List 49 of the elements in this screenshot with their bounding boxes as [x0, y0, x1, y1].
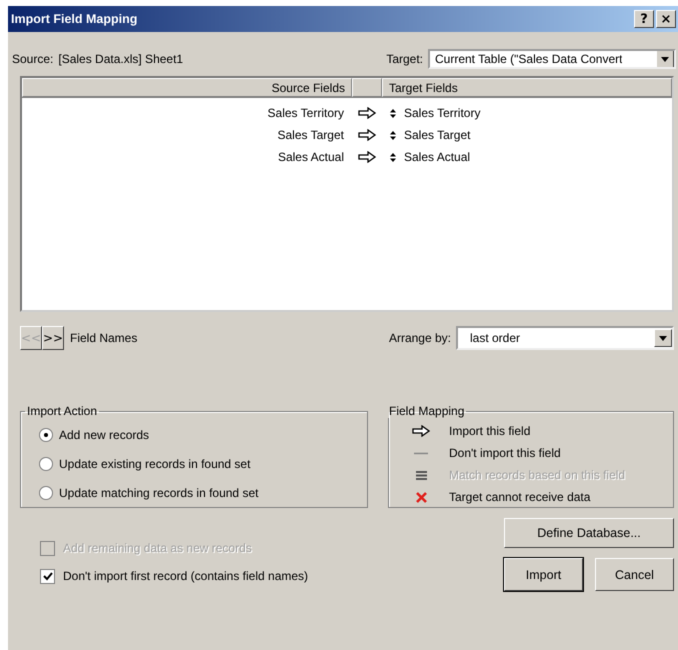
sort-arrows-icon [390, 108, 396, 118]
import-button[interactable]: Import [504, 558, 583, 591]
target-label: Target: [386, 52, 423, 66]
table-cell-text: Sales Territory [266, 106, 345, 120]
cancel-button[interactable]: Cancel [595, 558, 674, 591]
checkbox[interactable] [40, 568, 55, 584]
table-cell-text: Sales Actual [276, 150, 345, 164]
radio-button[interactable] [39, 428, 53, 442]
define-database-button[interactable]: Define Database... [504, 518, 674, 548]
table-cell: Sales Actual [404, 150, 470, 164]
caret-icon [661, 56, 669, 62]
field-names-label: Field Names [70, 331, 138, 345]
radio-label: Add new records [59, 428, 150, 442]
sort-arrows-icon [390, 130, 396, 140]
legend-label: Target cannot receive data [449, 490, 590, 504]
target-dropdown[interactable]: Current Table ("Sales Data Convert [428, 49, 676, 69]
legend-label: Import this field [449, 424, 530, 438]
table-cell: Sales Target [404, 128, 470, 142]
column-header[interactable]: Target Fields [382, 78, 672, 97]
window-title: Import Field Mapping [11, 12, 138, 26]
dash-icon [414, 452, 428, 454]
radio-label: Update existing records in found set [59, 456, 250, 470]
arrow-icon [358, 151, 376, 163]
arrow-icon [412, 425, 430, 437]
next-button[interactable]: >> [42, 326, 64, 350]
arrange-by-dropdown[interactable]: last order [456, 326, 674, 350]
source-value: [Sales Data.xls] Sheet1 [58, 52, 184, 66]
table-cell: Sales Territory [404, 106, 480, 120]
table-cell-text: Sales Target [276, 128, 345, 142]
radio-button[interactable] [39, 456, 53, 470]
arrow-icon [358, 129, 376, 141]
title-bar-button[interactable]: ? [634, 10, 654, 28]
arrange-by-label: Arrange by: [388, 331, 451, 345]
checkbox-label: Don't import first record (contains field names) [63, 569, 308, 583]
sort-arrows-icon [390, 152, 396, 162]
title-bar-button[interactable]: × [656, 10, 676, 28]
group-title: Import Action [26, 404, 98, 418]
dropdown-button[interactable] [656, 51, 674, 67]
radio-button[interactable] [39, 486, 53, 500]
arrow-icon [358, 107, 376, 119]
group-title: Field Mapping [388, 404, 466, 418]
equals-icon [416, 470, 426, 480]
legend-label: Don't import this field [449, 446, 561, 460]
source-label: Source: [12, 52, 54, 66]
dropdown-button[interactable] [654, 329, 672, 347]
radio-label: Update matching records in found set [59, 486, 258, 500]
x-mark-icon [414, 490, 428, 504]
column-header[interactable]: Source Fields [22, 78, 352, 97]
caret-icon [659, 336, 667, 340]
